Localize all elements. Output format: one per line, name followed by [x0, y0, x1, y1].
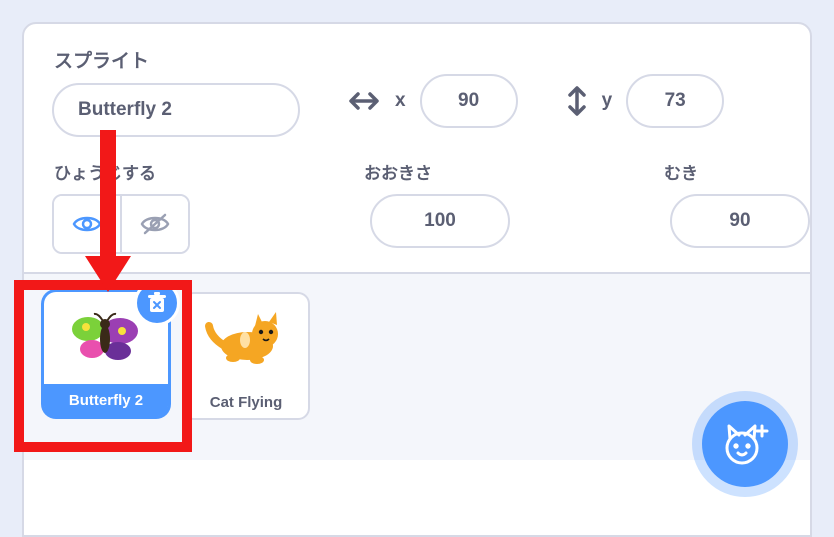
hide-button[interactable] [120, 196, 188, 252]
x-arrows-icon [347, 90, 381, 112]
info-row-1: スプライト x [52, 46, 782, 137]
eye-off-icon [140, 213, 170, 235]
sprite-tile-butterfly[interactable]: Butterfly 2 [44, 292, 168, 416]
x-group: x [347, 74, 518, 128]
cat-plus-icon [720, 420, 770, 468]
direction-label: むき [664, 159, 810, 184]
size-label: おおきさ [364, 159, 662, 184]
y-input[interactable] [643, 89, 707, 113]
sprite-list: Butterfly 2 [24, 272, 810, 460]
x-input-pill[interactable] [420, 74, 518, 128]
sprite-info-area: スプライト x [24, 24, 810, 272]
butterfly-icon [62, 309, 150, 367]
y-arrows-icon [566, 84, 588, 118]
size-input-pill[interactable] [370, 194, 510, 248]
info-row-2: ひょうじする [52, 159, 782, 254]
y-input-pill[interactable] [626, 74, 724, 128]
eye-icon [72, 214, 102, 234]
sprite-tile-label: Cat Flying [184, 386, 308, 418]
add-sprite-button[interactable] [702, 401, 788, 487]
x-label: x [395, 90, 406, 112]
sprite-info-panel: スプライト x [22, 22, 812, 537]
y-group: y [566, 74, 725, 128]
direction-column: むき [662, 159, 810, 248]
sprite-thumb [184, 294, 308, 386]
show-button[interactable] [54, 196, 120, 252]
direction-input[interactable] [708, 209, 772, 233]
size-input[interactable] [408, 209, 472, 233]
visibility-label: ひょうじする [54, 159, 362, 184]
sprite-name-column: スプライト [52, 46, 347, 137]
sprite-tile-cat-flying[interactable]: Cat Flying [182, 292, 310, 420]
direction-input-pill[interactable] [670, 194, 810, 248]
sprite-tile-label: Butterfly 2 [44, 384, 168, 416]
position-group: x y [347, 74, 782, 128]
visibility-column: ひょうじする [52, 159, 362, 254]
y-label: y [602, 90, 613, 112]
sprite-label: スプライト [54, 46, 347, 73]
size-column: おおきさ [362, 159, 662, 248]
sprite-name-input[interactable] [52, 83, 300, 137]
delete-sprite-button[interactable] [134, 280, 180, 326]
trash-icon [147, 292, 167, 314]
x-input[interactable] [437, 89, 501, 113]
cat-flying-icon [203, 310, 289, 370]
visibility-toggle [52, 194, 190, 254]
